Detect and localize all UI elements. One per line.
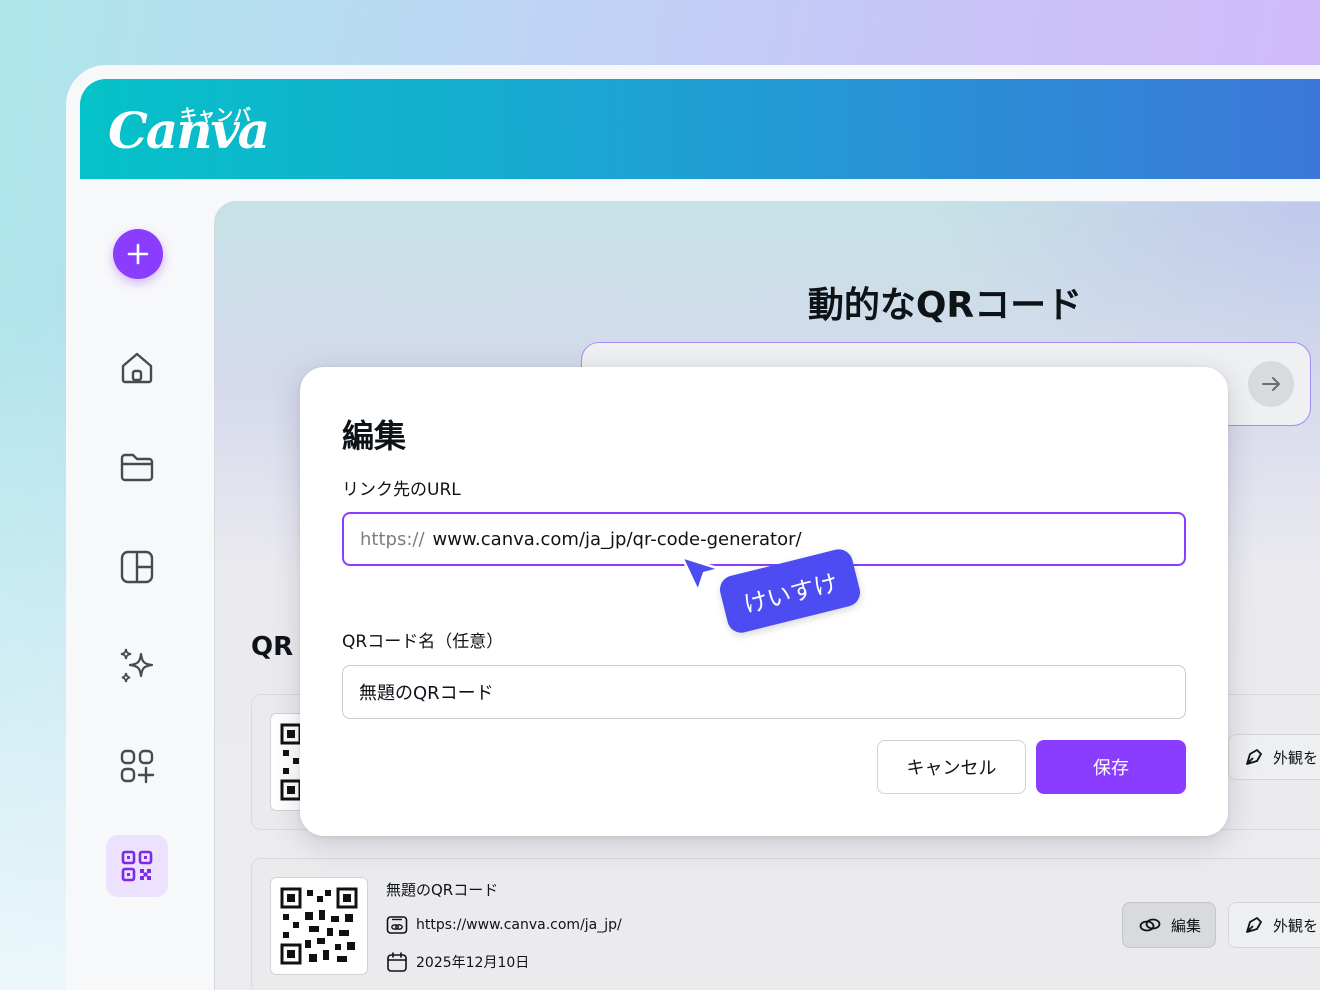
qr-card-url-text: https://www.canva.com/ja_jp/ bbox=[416, 917, 622, 933]
sidebar-item-projects[interactable] bbox=[106, 436, 168, 498]
appearance-label: 外観を bbox=[1273, 916, 1319, 935]
url-prefix: https:// bbox=[360, 528, 425, 550]
calendar-icon bbox=[387, 952, 407, 972]
url-field-label: リンク先のURL bbox=[342, 480, 461, 500]
qr-card-date-text: 2025年12月10日 bbox=[416, 955, 530, 971]
qr-card-date: 2025年12月10日 bbox=[386, 951, 529, 973]
sidebar-item-qr-code[interactable] bbox=[106, 835, 168, 897]
url-field-value: www.canva.com/ja_jp/qr-code-generator/ bbox=[432, 528, 802, 550]
sparkles-icon bbox=[120, 648, 154, 683]
link-icon bbox=[1139, 918, 1161, 932]
url-field[interactable]: https:// www.canva.com/ja_jp/qr-code-gen… bbox=[342, 512, 1186, 566]
save-button[interactable]: 保存 bbox=[1036, 740, 1186, 794]
sidebar-item-magic[interactable] bbox=[106, 635, 168, 697]
pen-icon bbox=[1246, 917, 1262, 933]
arrow-right-icon bbox=[1262, 377, 1280, 391]
create-button[interactable] bbox=[113, 229, 163, 279]
qr-code-image bbox=[280, 887, 358, 965]
name-field[interactable]: 無題のQRコード bbox=[342, 665, 1186, 719]
header-bar: Canva キャンバ bbox=[80, 79, 1320, 179]
qr-icon bbox=[121, 850, 153, 882]
submit-button[interactable] bbox=[1248, 361, 1294, 407]
sidebar-item-templates[interactable] bbox=[106, 536, 168, 598]
apps-add-icon bbox=[120, 749, 155, 784]
appearance-button[interactable]: 外観を bbox=[1228, 902, 1320, 948]
qr-card: 無題のQRコード https://www.canva.com/ja_jp/ 20… bbox=[251, 858, 1320, 990]
name-field-value: 無題のQRコード bbox=[359, 683, 494, 704]
edit-button[interactable]: 編集 bbox=[1122, 902, 1217, 948]
sidebar bbox=[80, 179, 214, 990]
name-field-label: QRコード名（任意） bbox=[342, 632, 504, 652]
folder-icon bbox=[120, 453, 154, 482]
pen-icon bbox=[1246, 749, 1262, 765]
plus-icon bbox=[127, 243, 149, 265]
qr-list-title: QR bbox=[251, 632, 294, 662]
dialog-title: 編集 bbox=[342, 417, 407, 455]
link-box-icon bbox=[386, 916, 408, 934]
home-icon bbox=[121, 352, 153, 384]
edit-label: 編集 bbox=[1171, 916, 1202, 935]
collaborator-cursor-icon bbox=[680, 555, 722, 593]
qr-code-thumbnail bbox=[270, 877, 368, 975]
cancel-button[interactable]: キャンセル bbox=[877, 740, 1026, 794]
canva-logo-kana: キャンバ bbox=[180, 106, 252, 126]
qr-card-url: https://www.canva.com/ja_jp/ bbox=[386, 915, 622, 935]
appearance-button[interactable]: 外観を bbox=[1228, 734, 1320, 780]
page-title: 動的なQRコード bbox=[807, 285, 1083, 326]
sidebar-item-home[interactable] bbox=[106, 337, 168, 399]
qr-card-name: 無題のQRコード bbox=[386, 881, 499, 899]
sidebar-item-apps[interactable] bbox=[106, 735, 168, 797]
appearance-label: 外観を bbox=[1273, 748, 1319, 767]
layout-icon bbox=[120, 550, 154, 584]
